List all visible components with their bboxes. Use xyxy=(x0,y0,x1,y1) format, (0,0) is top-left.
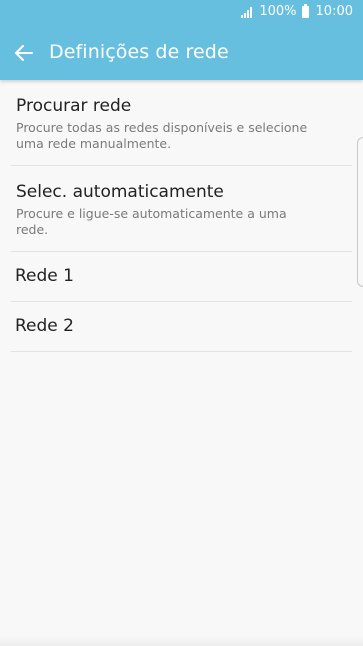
signal-icon xyxy=(241,6,255,18)
screen: 100% 10:00 Definições de rede Procurar r… xyxy=(0,0,363,646)
page-title: Definições de rede xyxy=(49,41,229,63)
back-button[interactable] xyxy=(10,39,38,67)
bottom-edge xyxy=(0,636,363,646)
status-bar: 100% 10:00 xyxy=(0,0,363,26)
status-indicators: 100% 10:00 xyxy=(241,4,353,20)
list-item-title: Rede 2 xyxy=(15,316,74,336)
list-item-subtitle: Procure e ligue-se automaticamente a uma… xyxy=(16,206,287,237)
list-item-rede-1[interactable]: Rede 1 xyxy=(11,252,352,302)
list-item-procurar-rede[interactable]: Procurar rede Procure todas as redes dis… xyxy=(11,80,352,166)
arrow-left-icon xyxy=(15,45,33,61)
list-item-selec-automaticamente[interactable]: Selec. automaticamente Procure e ligue-s… xyxy=(11,166,352,252)
clock: 10:00 xyxy=(315,4,353,19)
list-item-rede-2[interactable]: Rede 2 xyxy=(11,302,352,352)
list-item-title: Rede 1 xyxy=(15,266,74,286)
app-bar: Definições de rede xyxy=(0,26,363,80)
list-item-subtitle: Procure todas as redes disponíveis e sel… xyxy=(16,120,308,151)
list-item-title: Selec. automaticamente xyxy=(16,182,224,202)
edge-panel-handle[interactable] xyxy=(357,137,363,287)
battery-percentage: 100% xyxy=(259,4,297,19)
list-item-title: Procurar rede xyxy=(16,96,132,116)
settings-list: Procurar rede Procure todas as redes dis… xyxy=(0,80,363,352)
battery-icon xyxy=(301,4,309,18)
